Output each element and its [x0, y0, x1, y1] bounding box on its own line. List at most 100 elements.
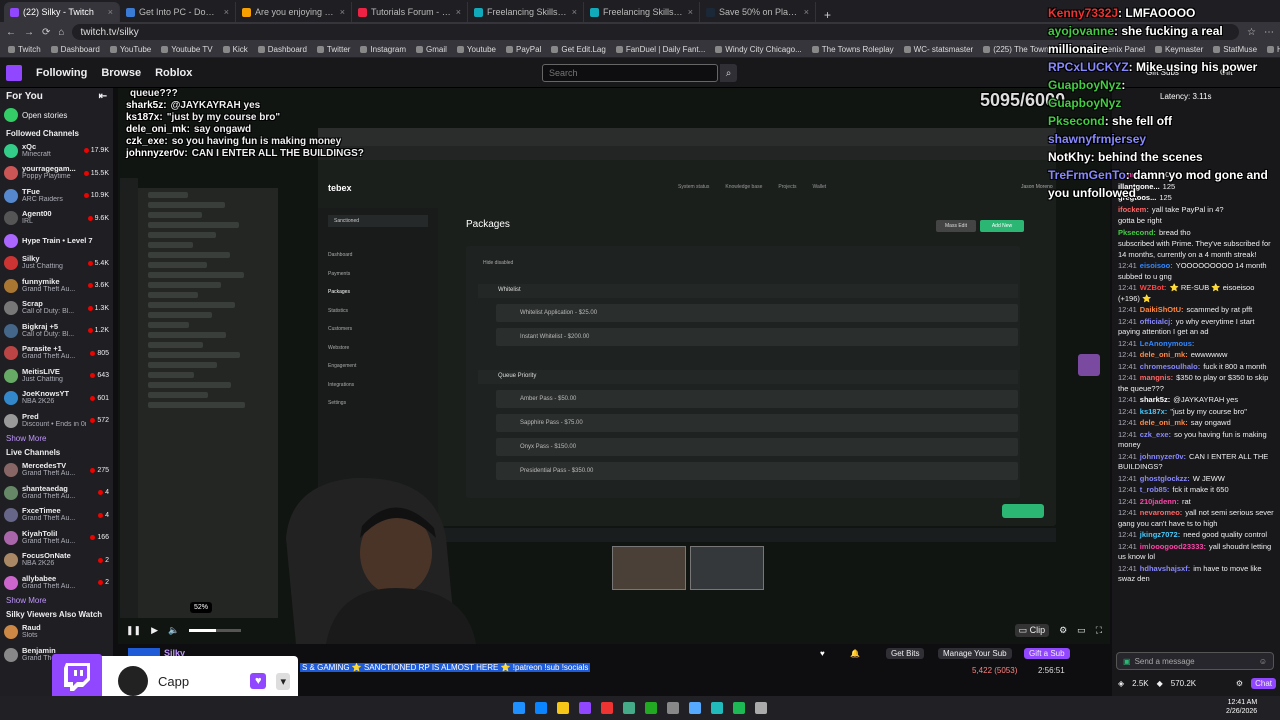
chat-user[interactable]: jkingz7072:: [1140, 530, 1180, 539]
close-tab-icon[interactable]: ×: [688, 7, 693, 17]
chat-user[interactable]: dele_oni_mk:: [1140, 418, 1188, 427]
bookmark-item[interactable]: Twitch: [8, 45, 41, 54]
chat-user[interactable]: eisoisoo:: [1140, 261, 1173, 270]
clip-button[interactable]: ▭ Clip: [1014, 623, 1050, 637]
tebex-package-row[interactable]: Presidential Pass - $350.00: [496, 462, 1018, 480]
chat-user[interactable]: czk_exe:: [1140, 430, 1171, 439]
tebex-menu-item[interactable]: Packages: [328, 283, 438, 302]
bookmark-item[interactable]: Kick: [222, 45, 248, 54]
taskbar-app-icon[interactable]: [623, 702, 635, 714]
tebex-package-row[interactable]: Onyx Pass - $150.00: [496, 438, 1018, 456]
notify-icon[interactable]: 🔔: [850, 649, 860, 658]
tebex-menu-item[interactable]: Statistics: [328, 302, 438, 321]
browser-tab[interactable]: Get Into PC - Download Free W×: [120, 2, 236, 22]
bookmark-item[interactable]: FanDuel | Daily Fant...: [615, 45, 705, 54]
close-tab-icon[interactable]: ×: [340, 7, 345, 17]
sidebar-channel[interactable]: Parasite +1 Grand Theft Au... 805: [0, 342, 113, 365]
forward-icon[interactable]: →: [24, 27, 34, 38]
sidebar-channel[interactable]: shanteaedag Grand Theft Au... 4: [0, 482, 113, 505]
nav-following[interactable]: Following: [36, 67, 87, 79]
tebex-package-row[interactable]: Instant Whitelist - $200.00: [496, 328, 1018, 346]
chat-input-emote-icon[interactable]: ▣: [1123, 657, 1131, 666]
sidebar-channel[interactable]: TFue ARC Raiders 10.9K: [0, 185, 113, 208]
get-bits-button[interactable]: Get Bits: [886, 648, 925, 659]
sidebar-channel[interactable]: xQc Minecraft 17.9K: [0, 140, 113, 163]
bookmark-item[interactable]: Dashboard: [257, 45, 307, 54]
search-input[interactable]: [542, 64, 718, 82]
search-button[interactable]: ⌕: [720, 64, 737, 82]
bookmark-item[interactable]: Dashboard: [50, 45, 100, 54]
taskbar-app-icon[interactable]: [557, 702, 569, 714]
mass-edit-button[interactable]: Mass Edit: [936, 220, 976, 232]
tebex-package-row[interactable]: Whitelist Application - $25.00: [496, 304, 1018, 322]
new-tab-icon[interactable]: +: [816, 8, 839, 22]
manage-sub-button[interactable]: Manage Your Sub: [938, 648, 1012, 659]
settings-icon[interactable]: ⚙: [1059, 625, 1067, 636]
bookmark-item[interactable]: PayPal: [506, 45, 541, 54]
volume-slider[interactable]: [189, 628, 242, 632]
chat-user[interactable]: DaikiShOtU:: [1140, 305, 1184, 314]
browser-tab[interactable]: Freelancing Skills That Will Stil×: [584, 2, 700, 22]
close-tab-icon[interactable]: ×: [456, 7, 461, 17]
close-tab-icon[interactable]: ×: [804, 7, 809, 17]
reload-icon[interactable]: ⟳: [42, 27, 50, 38]
sidebar-channel[interactable]: Silky Just Chatting 5.4K: [0, 252, 113, 275]
emote-picker-icon[interactable]: ☺: [1259, 657, 1267, 666]
tebex-nav-item[interactable]: Knowledge base: [725, 184, 762, 190]
bookmark-item[interactable]: Instagram: [360, 45, 406, 54]
tebex-package-row[interactable]: Sapphire Pass - $75.00: [496, 414, 1018, 432]
pinned-emote[interactable]: [1078, 354, 1100, 376]
browser-tab[interactable]: Freelancing Skills That Will Stil×: [468, 2, 584, 22]
browser-tab[interactable]: Save 50% on Planet Coaster 2 -×: [700, 2, 816, 22]
chat-user[interactable]: nevaromeo:: [1140, 508, 1183, 517]
chat-user[interactable]: hdhavshajsxf:: [1140, 564, 1190, 573]
collapse-icon[interactable]: ⇤: [99, 91, 107, 102]
sidebar-channel[interactable]: FocusOnNate NBA 2K26 2: [0, 549, 113, 572]
bookmark-item[interactable]: Gmail: [416, 45, 447, 54]
chat-user[interactable]: imlooogood23333:: [1140, 542, 1206, 551]
chat-settings-icon[interactable]: ⚙: [1236, 679, 1243, 688]
sidebar-channel[interactable]: Raud Slots: [0, 621, 113, 644]
tebex-green-button[interactable]: [1002, 504, 1044, 518]
taskbar-app-icon[interactable]: [711, 702, 723, 714]
sidebar-channel[interactable]: funnymike Grand Theft Au... 3.6K: [0, 275, 113, 298]
sidebar-channel[interactable]: Hype Train • Level 7: [0, 230, 113, 253]
bookmark-item[interactable]: Twitter: [316, 45, 350, 54]
next-icon[interactable]: ▶: [151, 625, 158, 636]
chat-user[interactable]: LeAnonymous:: [1140, 339, 1195, 348]
bookmark-item[interactable]: YouTube: [109, 45, 151, 54]
tebex-menu-item[interactable]: Webstore: [328, 339, 438, 358]
chat-user[interactable]: johnnyzer0v:: [1140, 452, 1186, 461]
tebex-menu-item[interactable]: Engagement: [328, 357, 438, 376]
tebex-store-select[interactable]: Sanctioned: [328, 215, 428, 227]
chat-user[interactable]: ks187x:: [1140, 407, 1168, 416]
chat-user[interactable]: mangnis:: [1140, 373, 1173, 382]
taskbar-app-icon[interactable]: [733, 702, 745, 714]
chat-user[interactable]: Pksecond:: [1118, 228, 1156, 237]
bookmark-item[interactable]: The Towns Roleplay: [811, 45, 894, 54]
tebex-nav-item[interactable]: Wallet: [812, 184, 826, 190]
taskbar-app-icon[interactable]: [667, 702, 679, 714]
bookmark-item[interactable]: Youtube TV: [161, 45, 213, 54]
browser-tab[interactable]: (22) Silky - Twitch ×: [4, 2, 120, 22]
theatre-icon[interactable]: ▭: [1077, 625, 1086, 636]
sidebar-channel[interactable]: yourragegam... Poppy Playtime 15.5K: [0, 162, 113, 185]
taskbar-app-icon[interactable]: [513, 702, 525, 714]
chat-user[interactable]: t_rob85:: [1140, 485, 1170, 494]
show-more-button-2[interactable]: Show More: [0, 594, 113, 608]
tebex-category[interactable]: Queue Priority: [478, 370, 1018, 384]
sidebar-channel[interactable]: Agent00 IRL 9.6K: [0, 207, 113, 230]
bookmark-item[interactable]: Windy City Chicago...: [715, 45, 802, 54]
close-tab-icon[interactable]: ×: [572, 7, 577, 17]
volume-icon[interactable]: 🔈: [168, 625, 179, 636]
bookmark-item[interactable]: Youtube: [456, 45, 496, 54]
back-icon[interactable]: ←: [6, 27, 16, 38]
sidebar-channel[interactable]: KiyahToliI Grand Theft Au... 166: [0, 527, 113, 550]
sidebar-channel[interactable]: MeitisLIVE Just Chatting 643: [0, 365, 113, 388]
nav-browse[interactable]: Browse: [101, 67, 141, 79]
chat-button[interactable]: Chat: [1251, 678, 1276, 689]
sidebar-channel[interactable]: Bigkraj +5 Call of Duty: Bl... 1.2K: [0, 320, 113, 343]
tebex-nav-item[interactable]: System status: [678, 184, 709, 190]
browser-tab[interactable]: Are you enjoying your FL Studi×: [236, 2, 352, 22]
sidebar-channel[interactable]: MercedesTV Grand Theft Au... 275: [0, 459, 113, 482]
